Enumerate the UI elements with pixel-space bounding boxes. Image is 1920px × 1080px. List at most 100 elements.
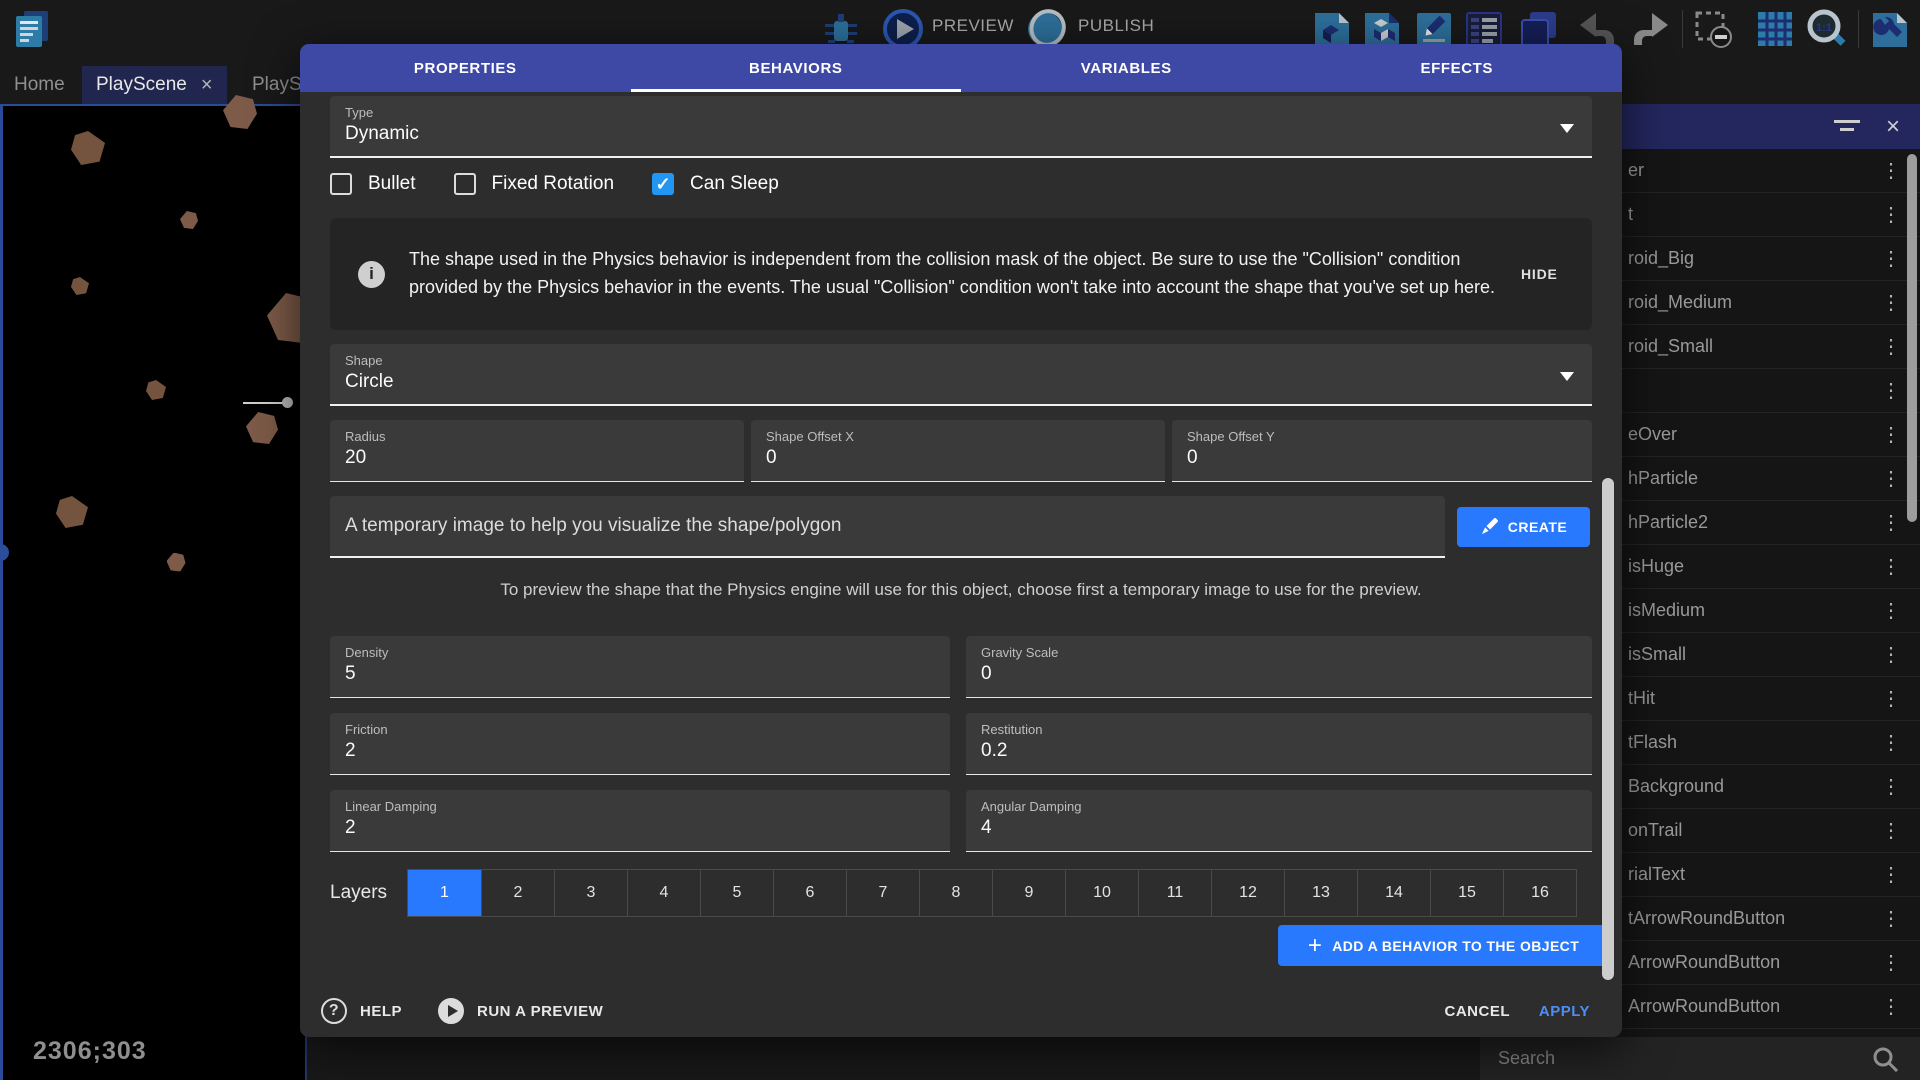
cancel-label: CANCEL (1445, 1003, 1511, 1020)
shape-offset-y-value: 0 (1187, 447, 1577, 469)
dialog-tab-variables[interactable]: VARIABLES (961, 44, 1292, 92)
info-box: i The shape used in the Physics behavior… (330, 218, 1592, 330)
dialog-tab-behaviors[interactable]: BEHAVIORS (631, 44, 962, 92)
apply-label: APPLY (1539, 1003, 1590, 1020)
checkbox-unchecked-icon[interactable] (454, 173, 476, 195)
preview-label[interactable]: PREVIEW (932, 16, 1014, 36)
project-manager-icon[interactable] (10, 8, 52, 50)
chevron-down-icon (1560, 372, 1574, 381)
gravity-scale-field[interactable]: Gravity Scale 0 (966, 636, 1592, 698)
asteroid-sprite[interactable] (56, 496, 88, 528)
kebab-menu-icon[interactable]: ⋮ (1862, 730, 1920, 755)
asteroid-sprite[interactable] (246, 412, 278, 444)
checkbox-unchecked-icon[interactable] (330, 173, 352, 195)
kebab-menu-icon[interactable]: ⋮ (1862, 818, 1920, 843)
asteroid-sprite[interactable] (167, 553, 186, 572)
create-button[interactable]: CREATE (1457, 507, 1590, 547)
toolbar-separator (1858, 10, 1859, 48)
apply-button[interactable]: APPLY (1539, 1003, 1590, 1020)
density-field[interactable]: Density 5 (330, 636, 950, 698)
edge-handle[interactable] (0, 544, 9, 561)
publish-label[interactable]: PUBLISH (1078, 16, 1154, 36)
anchor-handle[interactable] (282, 397, 293, 408)
layer-button-10[interactable]: 10 (1065, 870, 1138, 916)
gravity-scale-value: 0 (981, 663, 1577, 685)
run-preview-button[interactable]: RUN A PREVIEW (438, 998, 603, 1024)
kebab-menu-icon[interactable]: ⋮ (1862, 686, 1920, 711)
help-button[interactable]: ? HELP (321, 998, 402, 1024)
kebab-menu-icon[interactable]: ⋮ (1862, 906, 1920, 931)
restitution-value: 0.2 (981, 740, 1577, 762)
layer-button-14[interactable]: 14 (1357, 870, 1430, 916)
density-value: 5 (345, 663, 935, 685)
cancel-button[interactable]: CANCEL (1445, 1003, 1511, 1020)
layer-button-6[interactable]: 6 (773, 870, 846, 916)
radius-field[interactable]: Radius 20 (330, 420, 744, 482)
sidebar-scrollbar[interactable] (1907, 154, 1917, 522)
layers-label: Layers (330, 882, 407, 904)
type-select[interactable]: Type Dynamic (330, 96, 1592, 158)
shape-offset-x-label: Shape Offset X (766, 429, 1150, 444)
friction-value: 2 (345, 740, 935, 762)
kebab-menu-icon[interactable]: ⋮ (1862, 642, 1920, 667)
asteroid-sprite[interactable] (180, 211, 198, 229)
scene-canvas[interactable]: 2306;303 (0, 104, 307, 1080)
search-bar[interactable]: Search (1480, 1037, 1920, 1080)
asteroid-sprite[interactable] (71, 131, 105, 165)
grid-icon[interactable] (1754, 8, 1796, 50)
kebab-menu-icon[interactable]: ⋮ (1862, 862, 1920, 887)
asteroid-sprite[interactable] (146, 380, 166, 400)
tab-home[interactable]: Home (0, 66, 79, 104)
search-input[interactable]: Search (1480, 1048, 1872, 1069)
kebab-menu-icon[interactable]: ⋮ (1862, 598, 1920, 623)
dialog-tab-properties[interactable]: PROPERTIES (300, 44, 631, 92)
layer-button-16[interactable]: 16 (1503, 870, 1576, 916)
checkbox-fixed-rotation[interactable]: Fixed Rotation (454, 173, 615, 195)
friction-field[interactable]: Friction 2 (330, 713, 950, 775)
layer-button-11[interactable]: 11 (1138, 870, 1211, 916)
redo-icon[interactable] (1628, 8, 1670, 50)
hide-button[interactable]: HIDE (1521, 266, 1558, 282)
layer-button-5[interactable]: 5 (700, 870, 773, 916)
layer-button-12[interactable]: 12 (1211, 870, 1284, 916)
settings-wrench-icon[interactable] (1868, 8, 1910, 50)
anchor-line (243, 402, 285, 404)
chevron-down-icon (1560, 124, 1574, 133)
dialog-scrollbar[interactable] (1602, 478, 1614, 980)
temp-image-field[interactable]: A temporary image to help you visualize … (330, 496, 1445, 558)
tab-close-icon[interactable]: × (201, 74, 213, 97)
layer-button-4[interactable]: 4 (627, 870, 700, 916)
asteroid-sprite[interactable] (71, 277, 89, 295)
kebab-menu-icon[interactable]: ⋮ (1862, 950, 1920, 975)
zoom-1-1-icon[interactable]: 1:1 (1806, 8, 1848, 50)
angular-damping-value: 4 (981, 817, 1577, 839)
kebab-menu-icon[interactable]: ⋮ (1862, 554, 1920, 579)
checkbox-bullet[interactable]: Bullet (330, 173, 416, 195)
kebab-menu-icon[interactable]: ⋮ (1862, 994, 1920, 1019)
layer-button-8[interactable]: 8 (919, 870, 992, 916)
kebab-menu-icon[interactable]: ⋮ (1862, 774, 1920, 799)
tab-playscene-label: PlayScene (96, 74, 187, 96)
filter-icon[interactable] (1834, 117, 1860, 137)
layer-button-7[interactable]: 7 (846, 870, 919, 916)
add-behavior-button[interactable]: + ADD A BEHAVIOR TO THE OBJECT (1278, 925, 1609, 966)
angular-damping-field[interactable]: Angular Damping 4 (966, 790, 1592, 852)
tab-playscene[interactable]: PlayScene × (82, 66, 227, 104)
shape-select[interactable]: Shape Circle (330, 344, 1592, 406)
restitution-field[interactable]: Restitution 0.2 (966, 713, 1592, 775)
dialog-tab-effects[interactable]: EFFECTS (1292, 44, 1623, 92)
layer-button-9[interactable]: 9 (992, 870, 1065, 916)
layer-button-13[interactable]: 13 (1284, 870, 1357, 916)
checkbox-checked-icon[interactable]: ✓ (652, 173, 674, 195)
linear-damping-field[interactable]: Linear Damping 2 (330, 790, 950, 852)
mask-icon[interactable] (1692, 8, 1734, 50)
checkbox-can-sleep[interactable]: ✓Can Sleep (652, 173, 779, 195)
close-panel-icon[interactable]: × (1886, 113, 1900, 141)
layer-button-3[interactable]: 3 (554, 870, 627, 916)
shape-offset-y-field[interactable]: Shape Offset Y 0 (1172, 420, 1592, 482)
layer-button-15[interactable]: 15 (1430, 870, 1503, 916)
layers-row: Layers 12345678910111213141516 (330, 870, 1577, 916)
layer-button-1[interactable]: 1 (408, 870, 481, 916)
layer-button-2[interactable]: 2 (481, 870, 554, 916)
shape-offset-x-field[interactable]: Shape Offset X 0 (751, 420, 1165, 482)
